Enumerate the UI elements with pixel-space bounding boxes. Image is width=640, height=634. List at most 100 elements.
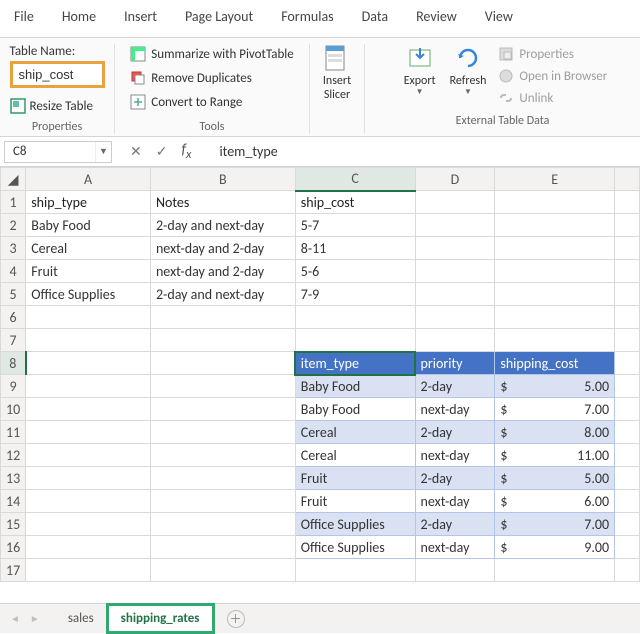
cell[interactable]: 8-11 xyxy=(295,237,415,260)
cell[interactable] xyxy=(26,306,151,329)
cell[interactable] xyxy=(615,513,640,536)
name-box[interactable]: C8 ▼ xyxy=(4,141,112,163)
cell[interactable]: 2-day xyxy=(415,467,495,490)
cell[interactable]: Baby Food xyxy=(295,398,415,421)
cell[interactable]: $8.00 xyxy=(495,421,615,444)
export-button[interactable]: Export ▼ xyxy=(398,44,442,97)
col-header-B[interactable]: B xyxy=(150,168,295,191)
remove-duplicates-button[interactable]: Remove Duplicates xyxy=(130,68,293,88)
cell[interactable]: $6.00 xyxy=(495,490,615,513)
cell[interactable]: 5-7 xyxy=(295,214,415,237)
row-header[interactable]: 5 xyxy=(1,283,26,306)
cell[interactable] xyxy=(615,375,640,398)
ribbon-tab-file[interactable]: File xyxy=(8,4,48,29)
cell[interactable] xyxy=(295,559,415,582)
row-header[interactable]: 10 xyxy=(1,398,26,421)
cell[interactable] xyxy=(150,375,295,398)
cell[interactable] xyxy=(150,490,295,513)
resize-table-button[interactable]: Resize Table xyxy=(10,98,105,114)
next-sheet-icon[interactable]: ► xyxy=(30,612,40,625)
row-header[interactable]: 4 xyxy=(1,260,26,283)
cell[interactable] xyxy=(26,536,151,559)
row-header[interactable]: 14 xyxy=(1,490,26,513)
cell[interactable] xyxy=(26,467,151,490)
confirm-formula-icon[interactable]: ✓ xyxy=(156,143,168,160)
cell[interactable] xyxy=(150,467,295,490)
cell[interactable]: Office Supplies xyxy=(26,283,151,306)
cell[interactable] xyxy=(26,559,151,582)
cell[interactable] xyxy=(150,536,295,559)
cell[interactable]: ship_type xyxy=(26,191,151,214)
cell[interactable]: 2-day xyxy=(415,375,495,398)
cell[interactable] xyxy=(615,490,640,513)
cell[interactable] xyxy=(615,352,640,375)
row-header[interactable]: 13 xyxy=(1,467,26,490)
cell[interactable]: priority xyxy=(415,352,495,375)
cell[interactable] xyxy=(150,352,295,375)
cell[interactable] xyxy=(495,191,615,214)
row-header[interactable]: 1 xyxy=(1,191,26,214)
row-header[interactable]: 3 xyxy=(1,237,26,260)
cell[interactable] xyxy=(26,329,151,352)
cell[interactable]: next-day xyxy=(415,444,495,467)
insert-slicer-button[interactable]: Insert Slicer xyxy=(317,44,357,102)
row-header[interactable]: 15 xyxy=(1,513,26,536)
row-header[interactable]: 2 xyxy=(1,214,26,237)
cell[interactable] xyxy=(495,214,615,237)
cancel-formula-icon[interactable]: ✕ xyxy=(130,143,142,160)
row-header[interactable]: 12 xyxy=(1,444,26,467)
cell[interactable] xyxy=(615,536,640,559)
cell[interactable] xyxy=(615,237,640,260)
cell[interactable] xyxy=(615,329,640,352)
cell[interactable]: Office Supplies xyxy=(295,536,415,559)
cell[interactable] xyxy=(615,306,640,329)
cell[interactable]: 5-6 xyxy=(295,260,415,283)
cell[interactable] xyxy=(495,260,615,283)
cell[interactable] xyxy=(150,513,295,536)
ribbon-tab-home[interactable]: Home xyxy=(48,4,110,29)
cell[interactable]: Cereal xyxy=(295,421,415,444)
row-header[interactable]: 6 xyxy=(1,306,26,329)
cell[interactable] xyxy=(26,490,151,513)
summarize-pivot-button[interactable]: Summarize with PivotTable xyxy=(130,44,293,64)
row-header[interactable]: 17 xyxy=(1,559,26,582)
col-header-next[interactable] xyxy=(615,168,640,191)
cell[interactable] xyxy=(615,421,640,444)
cell[interactable] xyxy=(495,283,615,306)
cell[interactable]: shipping_cost xyxy=(495,352,615,375)
cell[interactable]: Fruit xyxy=(26,260,151,283)
cell[interactable] xyxy=(26,375,151,398)
cell[interactable]: Cereal xyxy=(295,444,415,467)
ribbon-tab-view[interactable]: View xyxy=(471,4,527,29)
cell[interactable] xyxy=(26,352,151,375)
cell[interactable] xyxy=(415,283,495,306)
ribbon-tab-page-layout[interactable]: Page Layout xyxy=(171,4,267,29)
col-header-C[interactable]: C xyxy=(295,168,415,191)
row-header[interactable]: 8 xyxy=(1,352,26,375)
ribbon-tab-review[interactable]: Review xyxy=(402,4,471,29)
prev-sheet-icon[interactable]: ◄ xyxy=(10,612,20,625)
cell[interactable] xyxy=(615,467,640,490)
cell[interactable] xyxy=(615,283,640,306)
col-header-D[interactable]: D xyxy=(415,168,495,191)
cell[interactable]: Cereal xyxy=(26,237,151,260)
cell[interactable]: 2-day and next-day xyxy=(150,214,295,237)
cell[interactable] xyxy=(26,398,151,421)
cell[interactable]: $5.00 xyxy=(495,467,615,490)
cell[interactable] xyxy=(615,559,640,582)
add-sheet-button[interactable]: ＋ xyxy=(227,610,245,628)
cell[interactable] xyxy=(615,398,640,421)
ribbon-tab-data[interactable]: Data xyxy=(348,4,402,29)
ribbon-tab-insert[interactable]: Insert xyxy=(110,4,171,29)
table-name-input[interactable] xyxy=(10,61,105,88)
cell[interactable]: Baby Food xyxy=(295,375,415,398)
row-header[interactable]: 11 xyxy=(1,421,26,444)
row-header[interactable]: 16 xyxy=(1,536,26,559)
cell[interactable] xyxy=(150,398,295,421)
cell[interactable] xyxy=(295,329,415,352)
formula-input[interactable]: item_type xyxy=(205,143,640,160)
cell[interactable]: Baby Food xyxy=(26,214,151,237)
cell[interactable] xyxy=(615,444,640,467)
cell[interactable] xyxy=(150,559,295,582)
cell[interactable] xyxy=(415,559,495,582)
